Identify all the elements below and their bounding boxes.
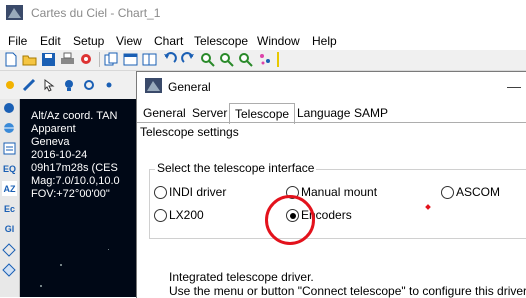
redo-icon[interactable] [181,52,196,67]
ec-button[interactable]: Ec [2,201,17,216]
menu-view[interactable]: View [116,34,142,48]
zoom-in-icon[interactable] [200,52,215,67]
dialog-title-bar: General — [137,72,526,102]
globe-icon[interactable] [2,121,17,136]
chart-magnitude: Mag:7.0/10.0,10.0 [31,175,120,187]
star [40,285,42,287]
dialog-title: General [168,80,211,94]
copy-icon[interactable] [104,52,119,67]
sky-chart[interactable]: Alt/Az coord. TAN Apparent Geneva 2016-1… [20,99,145,297]
info-text-line2: Use the menu or button "Connect telescop… [169,284,526,298]
menu-chart[interactable]: Chart [154,34,183,48]
radio-manual-label: Manual mount [301,185,378,199]
general-dialog: General — General Server Telescope Langu… [136,71,526,298]
tile-icon[interactable] [142,52,157,67]
new-file-icon[interactable] [3,52,18,67]
ring-icon[interactable] [82,78,96,92]
window-icon[interactable] [123,52,138,67]
chart-location: Geneva [31,136,70,148]
highlight-circle [265,195,315,245]
main-title-bar: Cartes du Ciel - Chart_1 [0,0,526,26]
app-icon [6,5,23,20]
tab-samp[interactable]: SAMP [349,105,393,122]
radio-lx200-label: LX200 [169,208,204,222]
bulb-icon[interactable] [62,78,76,92]
tab-telescope[interactable]: Telescope [229,103,296,124]
chart-date: 2016-10-24 [31,149,88,161]
star [108,249,109,250]
menu-telescope[interactable]: Telescope [194,34,248,48]
flip-icon[interactable] [2,263,17,278]
radio-ascom[interactable] [441,186,454,199]
chart-apparent: Apparent [31,123,76,135]
telescope-icon[interactable] [22,78,36,92]
menu-bar: File Edit Setup View Chart Telescope Win… [0,26,526,50]
save-icon[interactable] [41,52,56,67]
minimize-icon[interactable]: — [507,78,521,94]
menu-file[interactable]: File [8,34,27,48]
toolbar-dotted-handle [277,52,279,67]
stars-icon[interactable] [258,52,273,67]
toolbar-separator [99,52,100,67]
gl-button[interactable]: Gl [2,221,17,236]
setup-icon[interactable] [79,52,94,67]
dialog-tabs: General Server Telescope Language SAMP [137,103,526,124]
tab-language[interactable]: Language [292,105,355,122]
undo-icon[interactable] [162,52,177,67]
dialog-app-icon [145,78,162,93]
radio-indi-driver[interactable] [154,186,167,199]
secondary-toolbar [0,71,145,100]
menu-setup[interactable]: Setup [73,34,104,48]
grid-icon[interactable] [2,101,17,116]
az-button[interactable]: AZ [2,181,17,196]
open-folder-icon[interactable] [22,52,37,67]
window-title: Cartes du Ciel - Chart_1 [31,6,161,20]
info-text-line1: Integrated telescope driver. [169,270,314,284]
list-icon[interactable] [2,141,17,156]
chart-fov: FOV:+72°00'00" [31,188,110,200]
chart-time: 09h17m28s (CES [31,162,118,174]
telescope-interface-group [149,169,526,239]
radio-lx200[interactable] [154,209,167,222]
zoom-reset-icon[interactable] [238,52,253,67]
diamond-arrows-icon[interactable] [2,243,17,258]
sun-icon[interactable] [3,78,17,92]
tab-divider [137,122,526,123]
group-legend: Select the telescope interface [155,161,317,175]
left-toolbar: EQ AZ Ec Gl [0,99,20,297]
radio-ascom-label: ASCOM [456,185,501,199]
menu-help[interactable]: Help [312,34,337,48]
radio-indi-label: INDI driver [169,185,227,199]
main-toolbar [0,50,526,71]
section-label: Telescope settings [140,125,239,139]
star-dot-icon[interactable] [102,78,116,92]
menu-edit[interactable]: Edit [40,34,61,48]
cursor-icon[interactable] [42,78,56,92]
menu-window[interactable]: Window [257,34,300,48]
zoom-out-icon[interactable] [219,52,234,67]
tab-general[interactable]: General [138,105,191,122]
star [60,264,62,266]
eq-button[interactable]: EQ [2,161,17,176]
tab-server[interactable]: Server [187,105,232,122]
chart-coord-type: Alt/Az coord. TAN [31,110,118,122]
print-icon[interactable] [60,52,75,67]
